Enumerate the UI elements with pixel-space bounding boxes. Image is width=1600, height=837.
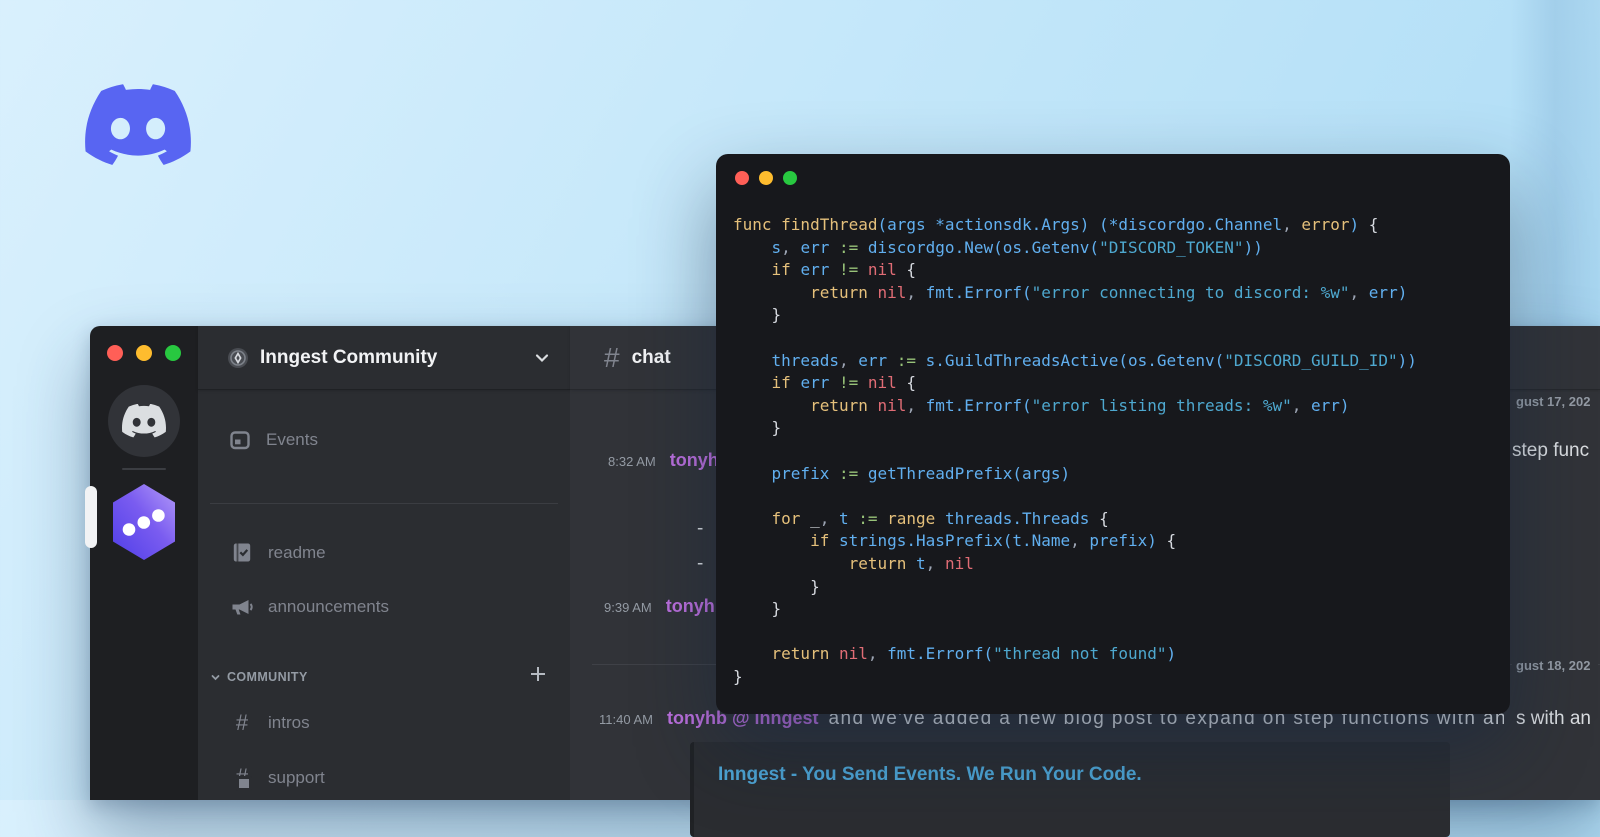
- timestamp: 11:40 AM: [599, 712, 653, 727]
- selected-server-pill: [85, 486, 97, 548]
- inngest-server-button[interactable]: [110, 483, 178, 566]
- code-window: func findThread(args *actionsdk.Args) (*…: [716, 154, 1510, 714]
- message-fragment-step: step func: [1500, 438, 1600, 464]
- timestamp: 9:39 AM: [604, 600, 652, 615]
- chevron-down-small-icon: [211, 674, 220, 680]
- link-embed: Inngest - You Send Events. We Run Your C…: [690, 742, 1450, 837]
- zoom-button[interactable]: [165, 345, 181, 361]
- chevron-down-icon: [535, 353, 549, 362]
- list-bullet: -: [697, 518, 704, 539]
- minimize-button[interactable]: [759, 171, 773, 185]
- channel-label: support: [268, 767, 325, 787]
- channel-title: chat: [631, 346, 671, 368]
- embed-title-link[interactable]: Inngest - You Send Events. We Run Your C…: [718, 764, 1142, 785]
- hash-icon: #: [604, 341, 620, 373]
- server-menu-button[interactable]: [532, 348, 552, 368]
- server-rail: [85, 326, 198, 800]
- list-bullet: -: [697, 553, 704, 574]
- minimize-button[interactable]: [136, 345, 152, 361]
- book-check-icon: [230, 542, 254, 563]
- inngest-hexagon-icon: [113, 484, 175, 560]
- discord-logo: [85, 84, 191, 165]
- rail-separator: [122, 468, 166, 470]
- date-divider-aug18: gust 18, 202: [1512, 656, 1599, 675]
- channel-intros[interactable]: # intros: [230, 712, 310, 734]
- channel-label: readme: [268, 542, 326, 562]
- plus-icon: [531, 667, 545, 681]
- discord-home-button[interactable]: [108, 385, 180, 457]
- hash-icon: #: [235, 710, 249, 735]
- calendar-icon: [228, 430, 252, 450]
- channel-support[interactable]: # support: [230, 766, 325, 791]
- code-content: func findThread(args *actionsdk.Args) (*…: [733, 215, 1417, 686]
- hash-bubble-icon: #: [230, 766, 254, 791]
- discord-home-icon: [122, 404, 166, 438]
- window-controls: [107, 345, 181, 361]
- message-fragment-tail: s with an: [1504, 706, 1600, 732]
- timestamp: 8:32 AM: [608, 454, 656, 469]
- sidebar-separator: [210, 503, 558, 504]
- close-button[interactable]: [735, 171, 749, 185]
- megaphone-icon: [230, 597, 254, 617]
- channel-sidebar: Inngest Community Events readme announce…: [198, 326, 570, 800]
- zoom-button[interactable]: [783, 171, 797, 185]
- channel-label: intros: [268, 713, 310, 732]
- sidebar-item-events[interactable]: Events: [228, 430, 318, 450]
- channel-label: announcements: [268, 597, 389, 616]
- window-controls: [735, 171, 797, 185]
- chat-message: 9:39 AM tonyhb: [604, 596, 726, 617]
- date-divider-aug17: gust 17, 202: [1512, 392, 1599, 411]
- category-label: COMMUNITY: [227, 670, 308, 684]
- server-header[interactable]: Inngest Community: [198, 326, 570, 390]
- channel-readme[interactable]: readme: [230, 542, 326, 563]
- create-channel-button[interactable]: [528, 664, 548, 689]
- sidebar-item-label: Events: [266, 430, 318, 449]
- channel-announcements[interactable]: announcements: [230, 597, 389, 617]
- server-name: Inngest Community: [260, 346, 438, 368]
- server-badge-icon: [228, 347, 248, 368]
- category-community[interactable]: COMMUNITY: [210, 670, 308, 684]
- chat-message: 8:32 AM tonyhb: [608, 450, 730, 471]
- close-button[interactable]: [107, 345, 123, 361]
